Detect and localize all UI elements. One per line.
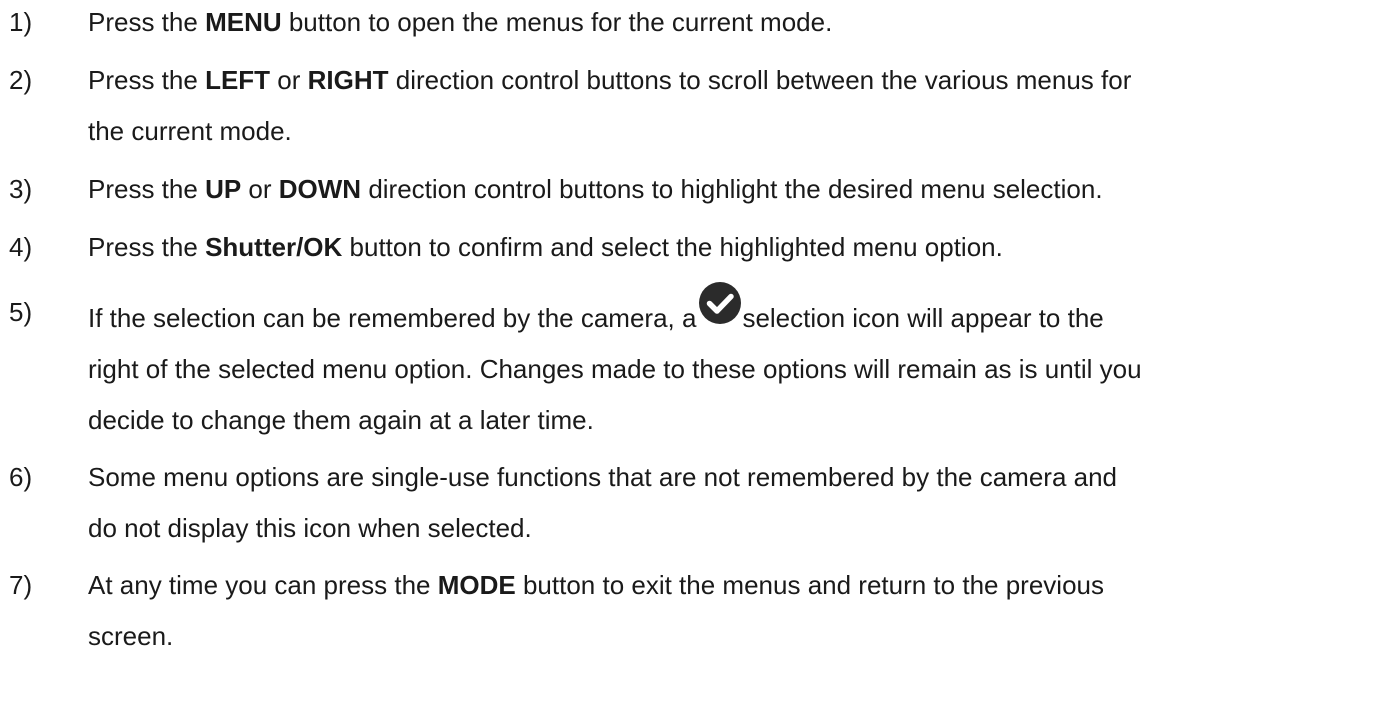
text-run: Some menu options are single-use functio… [88, 462, 1118, 492]
item-number: 3) [9, 174, 33, 204]
text-line: Press the MENU button to open the menus … [88, 1, 1388, 43]
item-text: Press the UP or DOWN direction control b… [88, 168, 1388, 210]
text-run: Press the [88, 7, 206, 37]
item-number: 7) [9, 570, 33, 600]
text-line: At any time you can press the MODE butto… [88, 564, 1388, 606]
button-name-shutter-ok: Shutter/OK [205, 232, 343, 262]
text-line: right of the selected menu option. Chang… [88, 348, 1388, 390]
text-line: Some menu options are single-use functio… [88, 456, 1388, 498]
item-number: 1) [9, 7, 33, 37]
text-line: screen. [88, 615, 1388, 657]
button-name-up: UP [205, 174, 242, 204]
button-name-left: LEFT [205, 65, 271, 95]
button-name-down: DOWN [278, 174, 362, 204]
text-run: direction control buttons to scroll betw… [388, 65, 1132, 95]
text-run: selection icon will appear to the [742, 303, 1104, 333]
button-name-mode: MODE [437, 570, 516, 600]
text-run: the current mode. [88, 116, 292, 146]
item-number: 6) [9, 462, 33, 492]
text-run: Press the [88, 232, 206, 262]
item-number: 4) [9, 232, 33, 262]
text-run: button to open the menus for the current… [281, 7, 833, 37]
check-circle-icon [698, 281, 742, 325]
text-run: or [270, 65, 308, 95]
text-run: right of the selected menu option. Chang… [88, 354, 1142, 384]
item-text: At any time you can press the MODE butto… [88, 564, 1388, 657]
button-name-right: RIGHT [307, 65, 389, 95]
text-run: do not display this icon when selected. [88, 513, 532, 543]
text-line: decide to change them again at a later t… [88, 399, 1388, 441]
text-run: button to confirm and select the highlig… [342, 232, 1003, 262]
text-line: Press the LEFT or RIGHT direction contro… [88, 59, 1388, 101]
text-run: screen. [88, 621, 174, 651]
text-run: direction control buttons to highlight t… [361, 174, 1103, 204]
text-line: Press the Shutter/OK button to confirm a… [88, 226, 1388, 268]
instruction-list: 1) Press the MENU button to open the men… [0, 0, 1395, 716]
button-name-menu: MENU [205, 7, 282, 37]
item-text: Some menu options are single-use functio… [88, 456, 1388, 549]
item-text: Press the LEFT or RIGHT direction contro… [88, 59, 1388, 152]
item-text: Press the MENU button to open the menus … [88, 1, 1388, 43]
text-line: the current mode. [88, 110, 1388, 152]
text-line: do not display this icon when selected. [88, 507, 1388, 549]
text-run: At any time you can press the [88, 570, 438, 600]
text-line: Press the UP or DOWN direction control b… [88, 168, 1388, 210]
text-line: If the selection can be remembered by th… [88, 282, 1388, 339]
item-number: 2) [9, 65, 33, 95]
text-run: or [241, 174, 279, 204]
item-text: If the selection can be remembered by th… [88, 282, 1388, 441]
text-run: If the selection can be remembered by th… [88, 303, 697, 333]
text-run: Press the [88, 174, 206, 204]
text-run: button to exit the menus and return to t… [515, 570, 1104, 600]
text-run: Press the [88, 65, 206, 95]
item-text: Press the Shutter/OK button to confirm a… [88, 226, 1388, 268]
item-number: 5) [9, 297, 33, 327]
text-run: decide to change them again at a later t… [88, 405, 594, 435]
